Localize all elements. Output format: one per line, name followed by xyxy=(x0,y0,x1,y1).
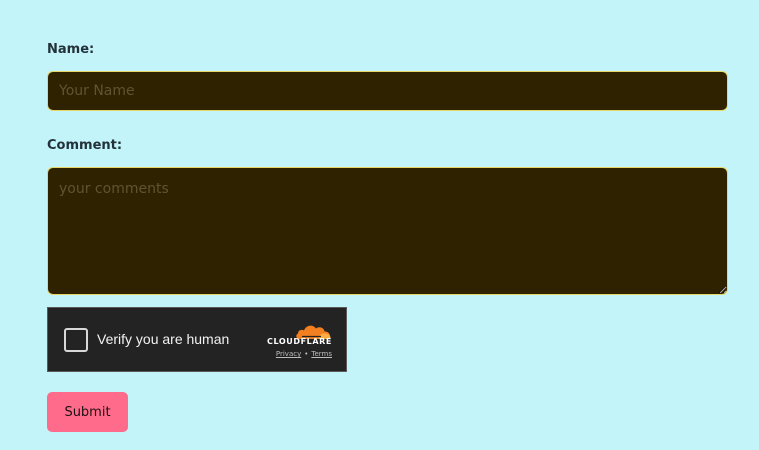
captcha-links: Privacy • Terms xyxy=(248,350,332,358)
name-input[interactable] xyxy=(47,71,728,111)
link-separator: • xyxy=(304,350,309,358)
verify-label: Verify you are human xyxy=(97,331,230,347)
privacy-link[interactable]: Privacy xyxy=(276,350,301,358)
terms-link[interactable]: Terms xyxy=(311,350,332,358)
comment-label: Comment: xyxy=(47,138,123,153)
name-label: Name: xyxy=(47,42,95,57)
submit-button[interactable]: Submit xyxy=(47,392,128,432)
comment-textarea[interactable] xyxy=(47,167,728,295)
cloudflare-wordmark: CLOUDFLARE xyxy=(267,337,332,346)
cloudflare-captcha-widget: Verify you are human CLOUDFLARE Privacy •… xyxy=(47,307,347,372)
verify-checkbox[interactable] xyxy=(64,328,88,352)
